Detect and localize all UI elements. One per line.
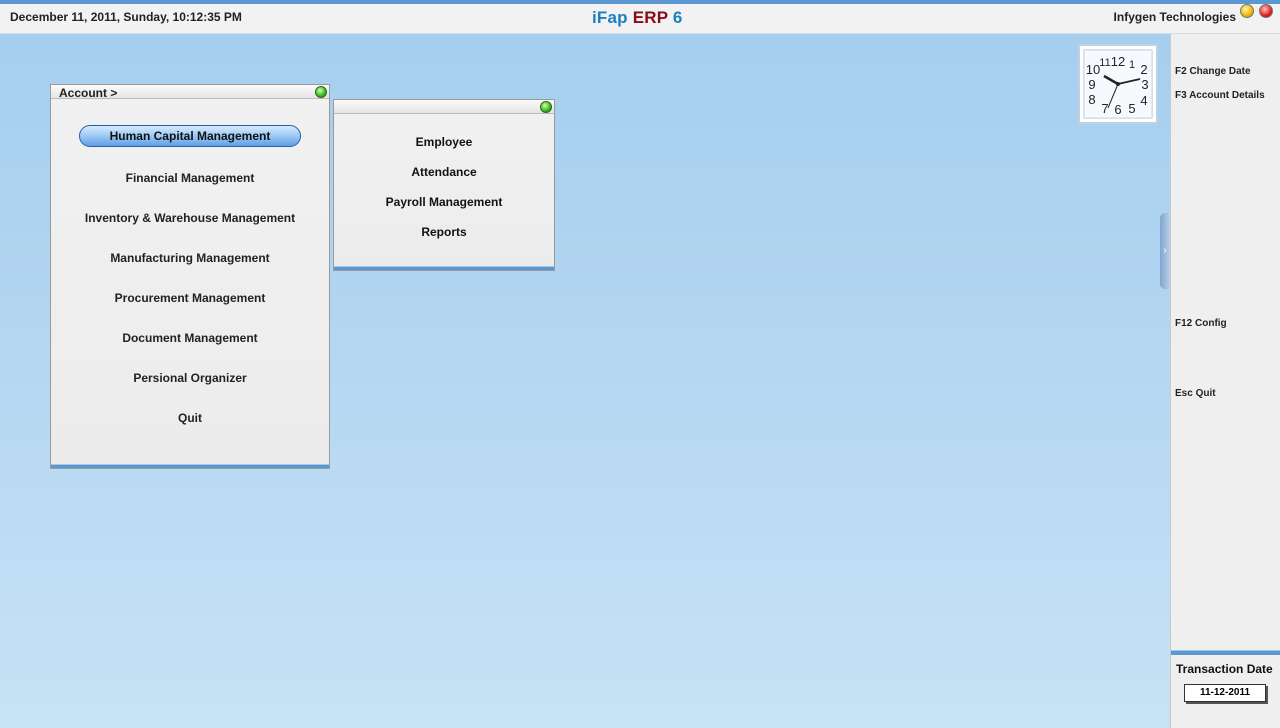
clock-numeral-1: 1 xyxy=(1129,59,1135,71)
clock-numeral-6: 6 xyxy=(1114,102,1121,117)
clock-numeral-3: 3 xyxy=(1141,77,1148,92)
submenu-window: Employee Attendance Payroll Management R… xyxy=(333,99,555,271)
shortcut-account-details[interactable]: F3 Account Details xyxy=(1175,90,1265,101)
clock-numeral-8: 8 xyxy=(1088,92,1095,107)
shortcut-quit[interactable]: Esc Quit xyxy=(1175,388,1216,399)
submenu-item-employee[interactable]: Employee xyxy=(334,135,554,149)
clock-face-icon: 12 1 2 3 4 5 6 7 8 9 10 11 xyxy=(1083,49,1153,119)
minimize-button[interactable] xyxy=(1240,4,1254,18)
window-bottom-bar xyxy=(51,464,329,468)
app-title: iFap ERP 6 xyxy=(592,8,683,28)
close-button[interactable] xyxy=(1259,4,1273,18)
shortcut-change-date[interactable]: F2 Change Date xyxy=(1175,66,1251,77)
clock-numeral-9: 9 xyxy=(1088,77,1095,92)
app-title-erp: ERP xyxy=(632,8,668,27)
clock-numeral-2: 2 xyxy=(1140,62,1147,77)
clock-numeral-12: 12 xyxy=(1111,54,1125,69)
shortcut-side-panel: F2 Change Date F3 Account Details F12 Co… xyxy=(1170,34,1280,728)
company-name: Infygen Technologies xyxy=(1113,10,1236,24)
menu-item-inventory-warehouse-management[interactable]: Inventory & Warehouse Management xyxy=(51,211,329,225)
submenu-item-payroll-management[interactable]: Payroll Management xyxy=(334,195,554,209)
menu-item-persional-organizer[interactable]: Persional Organizer xyxy=(51,371,329,385)
menu-item-manufacturing-management[interactable]: Manufacturing Management xyxy=(51,251,329,265)
top-bar: December 11, 2011, Sunday, 10:12:35 PM i… xyxy=(0,0,1280,34)
transaction-date-label: Transaction Date xyxy=(1176,662,1273,676)
clock-numeral-10: 10 xyxy=(1086,62,1100,77)
submenu-item-attendance[interactable]: Attendance xyxy=(334,165,554,179)
account-menu-window: Account > Human Capital Management Finan… xyxy=(50,84,330,469)
menu-item-quit[interactable]: Quit xyxy=(51,411,329,425)
status-green-icon[interactable] xyxy=(315,86,327,98)
shortcut-config[interactable]: F12 Config xyxy=(1175,318,1227,329)
submenu-item-reports[interactable]: Reports xyxy=(334,225,554,239)
current-datetime: December 11, 2011, Sunday, 10:12:35 PM xyxy=(10,10,242,24)
side-panel-divider xyxy=(1171,650,1280,655)
clock-numeral-4: 4 xyxy=(1140,93,1147,108)
clock-numeral-7: 7 xyxy=(1101,101,1108,116)
panel-collapse-handle[interactable]: › xyxy=(1160,213,1170,289)
menu-item-document-management[interactable]: Document Management xyxy=(51,331,329,345)
menu-item-procurement-management[interactable]: Procurement Management xyxy=(51,291,329,305)
account-menu-titlebar: Account > xyxy=(51,85,329,100)
status-green-icon[interactable] xyxy=(540,101,552,113)
clock-numeral-5: 5 xyxy=(1128,101,1135,116)
submenu-titlebar xyxy=(334,100,554,114)
menu-item-financial-management[interactable]: Financial Management xyxy=(51,171,329,185)
app-title-version: 6 xyxy=(672,8,683,27)
analog-clock: 12 1 2 3 4 5 6 7 8 9 10 11 xyxy=(1078,44,1158,124)
app-title-ifap: iFap xyxy=(592,8,628,27)
menu-item-human-capital-management[interactable]: Human Capital Management xyxy=(79,125,301,147)
transaction-date-field[interactable]: 11-12-2011 xyxy=(1184,684,1266,702)
account-menu-title: Account > xyxy=(59,86,118,100)
window-bottom-bar xyxy=(334,266,554,270)
clock-numeral-11: 11 xyxy=(1099,57,1110,69)
